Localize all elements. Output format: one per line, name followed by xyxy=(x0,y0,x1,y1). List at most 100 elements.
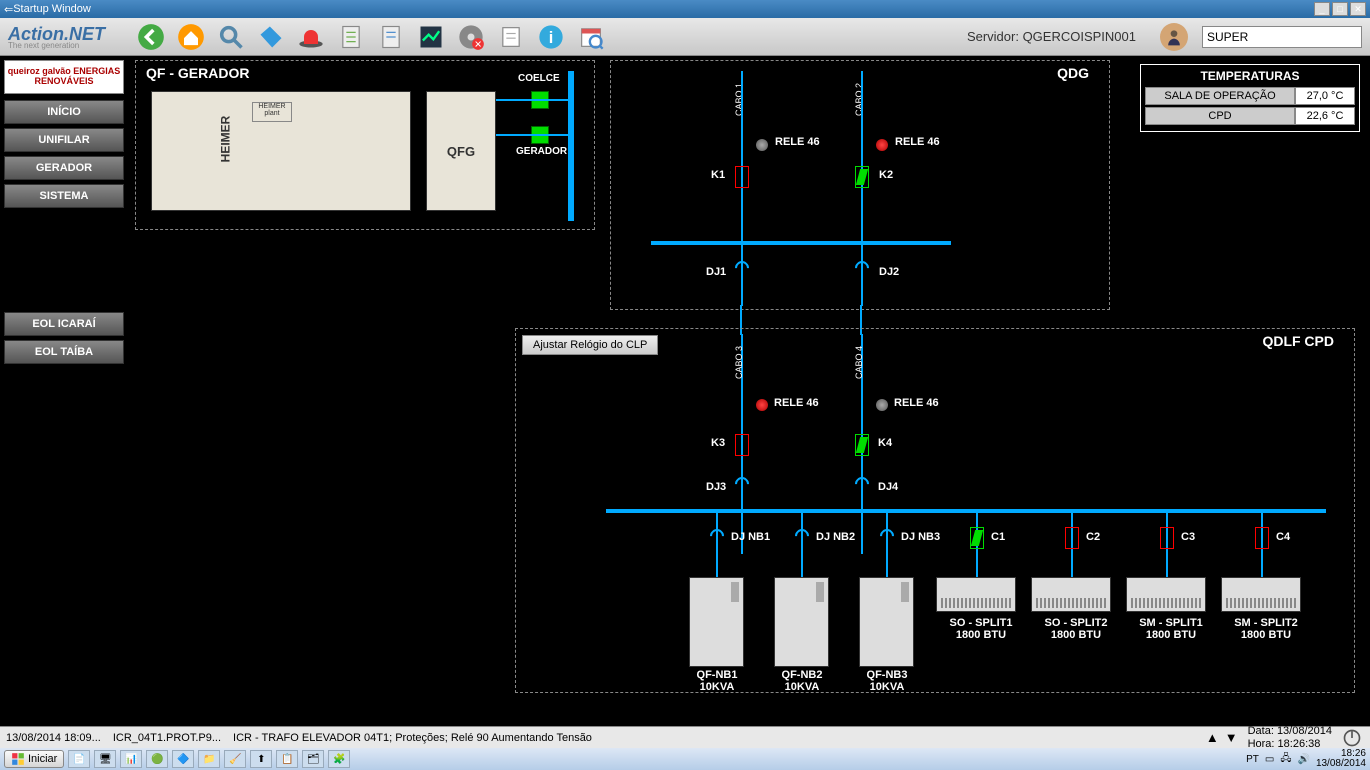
qdg-bus xyxy=(651,241,951,245)
rele46-k2-label: RELE 46 xyxy=(895,136,940,148)
scroll-down-icon[interactable]: ▼ xyxy=(1225,730,1238,745)
scroll-up-icon[interactable]: ▲ xyxy=(1206,730,1219,745)
panel-qf-gerador: QF - GERADOR HEIMER HEIMER plant QFG COE… xyxy=(135,60,595,230)
task-icon-10[interactable]: 🗂 xyxy=(302,750,324,768)
window-titlebar: ⇐ Startup Window _ □ ✕ xyxy=(0,0,1370,18)
notes-button[interactable] xyxy=(493,20,529,54)
generator-brand: HEIMER xyxy=(218,116,232,163)
djnb1-label: DJ NB1 xyxy=(731,531,770,543)
qf-nb3-label: QF-NB310KVA xyxy=(852,669,922,693)
search-button[interactable] xyxy=(213,20,249,54)
user-input[interactable] xyxy=(1202,26,1362,48)
task-icon-1[interactable]: 📄 xyxy=(68,750,90,768)
tray-flag-icon[interactable]: ▭ xyxy=(1265,754,1274,765)
c2-label: C2 xyxy=(1086,531,1100,543)
sidebar-btn-eol-icarai[interactable]: EOL ICARAÍ xyxy=(4,312,124,336)
report2-button[interactable] xyxy=(373,20,409,54)
fd1 xyxy=(716,513,718,578)
maximize-button[interactable]: □ xyxy=(1332,2,1348,16)
temp-value: 27,0 °C xyxy=(1295,87,1355,105)
dj4-breaker[interactable] xyxy=(852,474,872,494)
conn-gerador-label: GERADOR xyxy=(516,146,567,157)
alarm-button[interactable] xyxy=(293,20,329,54)
breaker-k4[interactable] xyxy=(855,434,869,456)
minimize-button[interactable]: _ xyxy=(1314,2,1330,16)
rele46-k3-label: RELE 46 xyxy=(774,397,819,409)
sidebar-btn-eol-taiba[interactable]: EOL TAÍBA xyxy=(4,340,124,364)
start-button[interactable]: Iniciar xyxy=(4,750,64,768)
home-button[interactable] xyxy=(173,20,209,54)
c4-label: C4 xyxy=(1276,531,1290,543)
tray-network-icon[interactable]: 🖧 xyxy=(1280,751,1291,768)
status-datetime: Data: 13/08/2014 Hora: 18:26:38 xyxy=(1248,725,1332,749)
task-icon-11[interactable]: 🧩 xyxy=(328,750,350,768)
task-icon-3[interactable]: 📊 xyxy=(120,750,142,768)
sidebar-btn-inicio[interactable]: INÍCIO xyxy=(4,100,124,124)
server-label: Servidor: QGERCOISPIN001 xyxy=(967,29,1136,44)
chart-button[interactable] xyxy=(413,20,449,54)
task-icon-8[interactable]: ⬆ xyxy=(250,750,272,768)
user-avatar-icon[interactable] xyxy=(1160,23,1188,51)
dj1-breaker[interactable] xyxy=(732,258,752,278)
svg-text:✕: ✕ xyxy=(474,39,482,49)
breaker-k2[interactable] xyxy=(855,166,869,188)
task-icon-9[interactable]: 📋 xyxy=(276,750,298,768)
window-title: Startup Window xyxy=(13,3,91,15)
disc-button[interactable]: ✕ xyxy=(453,20,489,54)
calendar-button[interactable] xyxy=(573,20,609,54)
arrow-icon: ⇐ xyxy=(4,3,13,16)
status-bar: 13/08/2014 18:09... ICR_04T1.PROT.P9... … xyxy=(0,726,1370,748)
temp-row-sala: SALA DE OPERAÇÃO 27,0 °C xyxy=(1145,87,1355,105)
clp-clock-button[interactable]: Ajustar Relógio do CLP xyxy=(522,335,658,355)
report1-button[interactable] xyxy=(333,20,369,54)
label-cabo3: CABO 3 xyxy=(734,346,744,379)
tray-lang[interactable]: PT xyxy=(1246,754,1259,765)
tray-sound-icon[interactable]: 🔊 xyxy=(1297,754,1309,765)
close-button[interactable]: ✕ xyxy=(1350,2,1366,16)
task-icon-2[interactable]: 🖥 xyxy=(94,750,116,768)
panel-qdg: QDG CABO 1 CABO 2 RELE 46 RELE 46 K1 K2 … xyxy=(610,60,1110,310)
qf-nb2-box xyxy=(774,577,829,667)
info-button[interactable]: i xyxy=(533,20,569,54)
temp-value: 22,6 °C xyxy=(1295,107,1355,125)
breaker-k1[interactable] xyxy=(735,166,749,188)
panel-title: QDLF CPD xyxy=(1262,333,1334,349)
label-cabo4: CABO 4 xyxy=(854,346,864,379)
breaker-c2[interactable] xyxy=(1065,527,1079,549)
breaker-c3[interactable] xyxy=(1160,527,1174,549)
task-icon-5[interactable]: 🔷 xyxy=(172,750,194,768)
temp-row-cpd: CPD 22,6 °C xyxy=(1145,107,1355,125)
breaker-c1[interactable] xyxy=(970,527,984,549)
tag-button[interactable] xyxy=(253,20,289,54)
status-time: 13/08/2014 18:09... xyxy=(6,732,101,744)
dj4-label: DJ4 xyxy=(878,481,898,493)
djnb2-breaker[interactable] xyxy=(792,526,812,546)
sidebar-btn-gerador[interactable]: GERADOR xyxy=(4,156,124,180)
rele46-k3-icon xyxy=(756,399,768,411)
qf-nb2-label: QF-NB210KVA xyxy=(767,669,837,693)
dj1-label: DJ1 xyxy=(706,266,726,278)
line-coelce xyxy=(496,99,568,101)
dj2-breaker[interactable] xyxy=(852,258,872,278)
system-tray: PT ▭ 🖧 🔊 18:26 13/08/2014 xyxy=(1246,749,1366,769)
task-icon-4[interactable]: 🟢 xyxy=(146,750,168,768)
djnb3-breaker[interactable] xyxy=(877,526,897,546)
task-icon-6[interactable]: 📁 xyxy=(198,750,220,768)
tray-clock[interactable]: 18:26 13/08/2014 xyxy=(1316,749,1366,769)
rele46-k2-icon xyxy=(876,139,888,151)
breaker-c4[interactable] xyxy=(1255,527,1269,549)
sidebar-btn-unifilar[interactable]: UNIFILAR xyxy=(4,128,124,152)
k1-label: K1 xyxy=(711,169,725,181)
ac2-label: SO - SPLIT21800 BTU xyxy=(1036,617,1116,641)
breaker-k3[interactable] xyxy=(735,434,749,456)
app-logo: Action.NET The next generation xyxy=(8,24,105,50)
windows-icon xyxy=(11,752,25,766)
sidebar-btn-sistema[interactable]: SISTEMA xyxy=(4,184,124,208)
power-button[interactable] xyxy=(1340,728,1364,748)
dj3-breaker[interactable] xyxy=(732,474,752,494)
electrical-diagram: QF - GERADOR HEIMER HEIMER plant QFG COE… xyxy=(135,60,1366,722)
qf-nb1-box xyxy=(689,577,744,667)
back-button[interactable] xyxy=(133,20,169,54)
djnb1-breaker[interactable] xyxy=(707,526,727,546)
task-icon-7[interactable]: 🧹 xyxy=(224,750,246,768)
